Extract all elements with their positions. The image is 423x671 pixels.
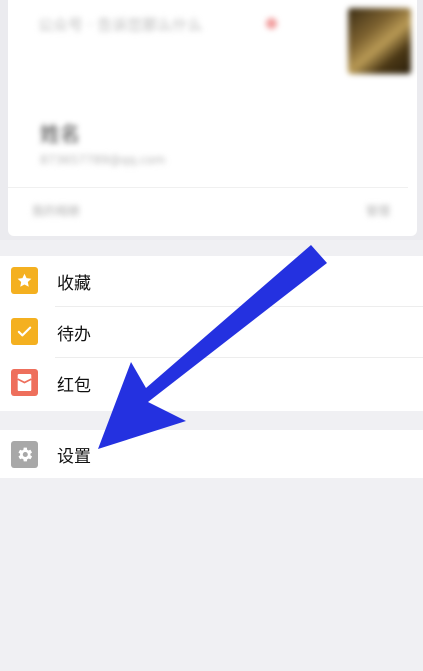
star-icon	[11, 267, 38, 294]
menu-item-settings[interactable]: 设置	[0, 430, 423, 478]
menu-item-favorites[interactable]: 收藏	[0, 256, 423, 307]
profile-name: 姓名	[40, 122, 80, 146]
card-footer-action[interactable]: 管理	[366, 202, 390, 219]
profile-email: 873657789@qq.com	[40, 153, 166, 167]
article-thumbnail[interactable]	[348, 8, 411, 74]
profile-card-area: 公众号 · 告诉您那么什么 姓名 873657789@qq.com 我的相册 管…	[0, 0, 423, 240]
article-source: 公众号 · 告诉您那么什么	[38, 16, 203, 34]
unread-dot	[266, 18, 277, 29]
profile-card[interactable]: 公众号 · 告诉您那么什么 姓名 873657789@qq.com	[8, 0, 417, 236]
menu-group-primary: 收藏 待办 红包	[0, 256, 423, 411]
red-packet-label: 红包	[57, 376, 91, 396]
menu-item-todo[interactable]: 待办	[0, 307, 423, 358]
menu-item-red-packet[interactable]: 红包	[0, 358, 423, 409]
settings-label: 设置	[57, 447, 91, 467]
red-packet-icon	[11, 369, 38, 396]
gear-icon	[11, 441, 38, 468]
card-divider	[8, 187, 408, 188]
favorites-label: 收藏	[57, 274, 91, 294]
check-icon	[11, 318, 38, 345]
menu-group-settings: 设置	[0, 430, 423, 478]
todo-label: 待办	[57, 325, 91, 345]
card-footer-link[interactable]: 我的相册	[32, 202, 80, 219]
